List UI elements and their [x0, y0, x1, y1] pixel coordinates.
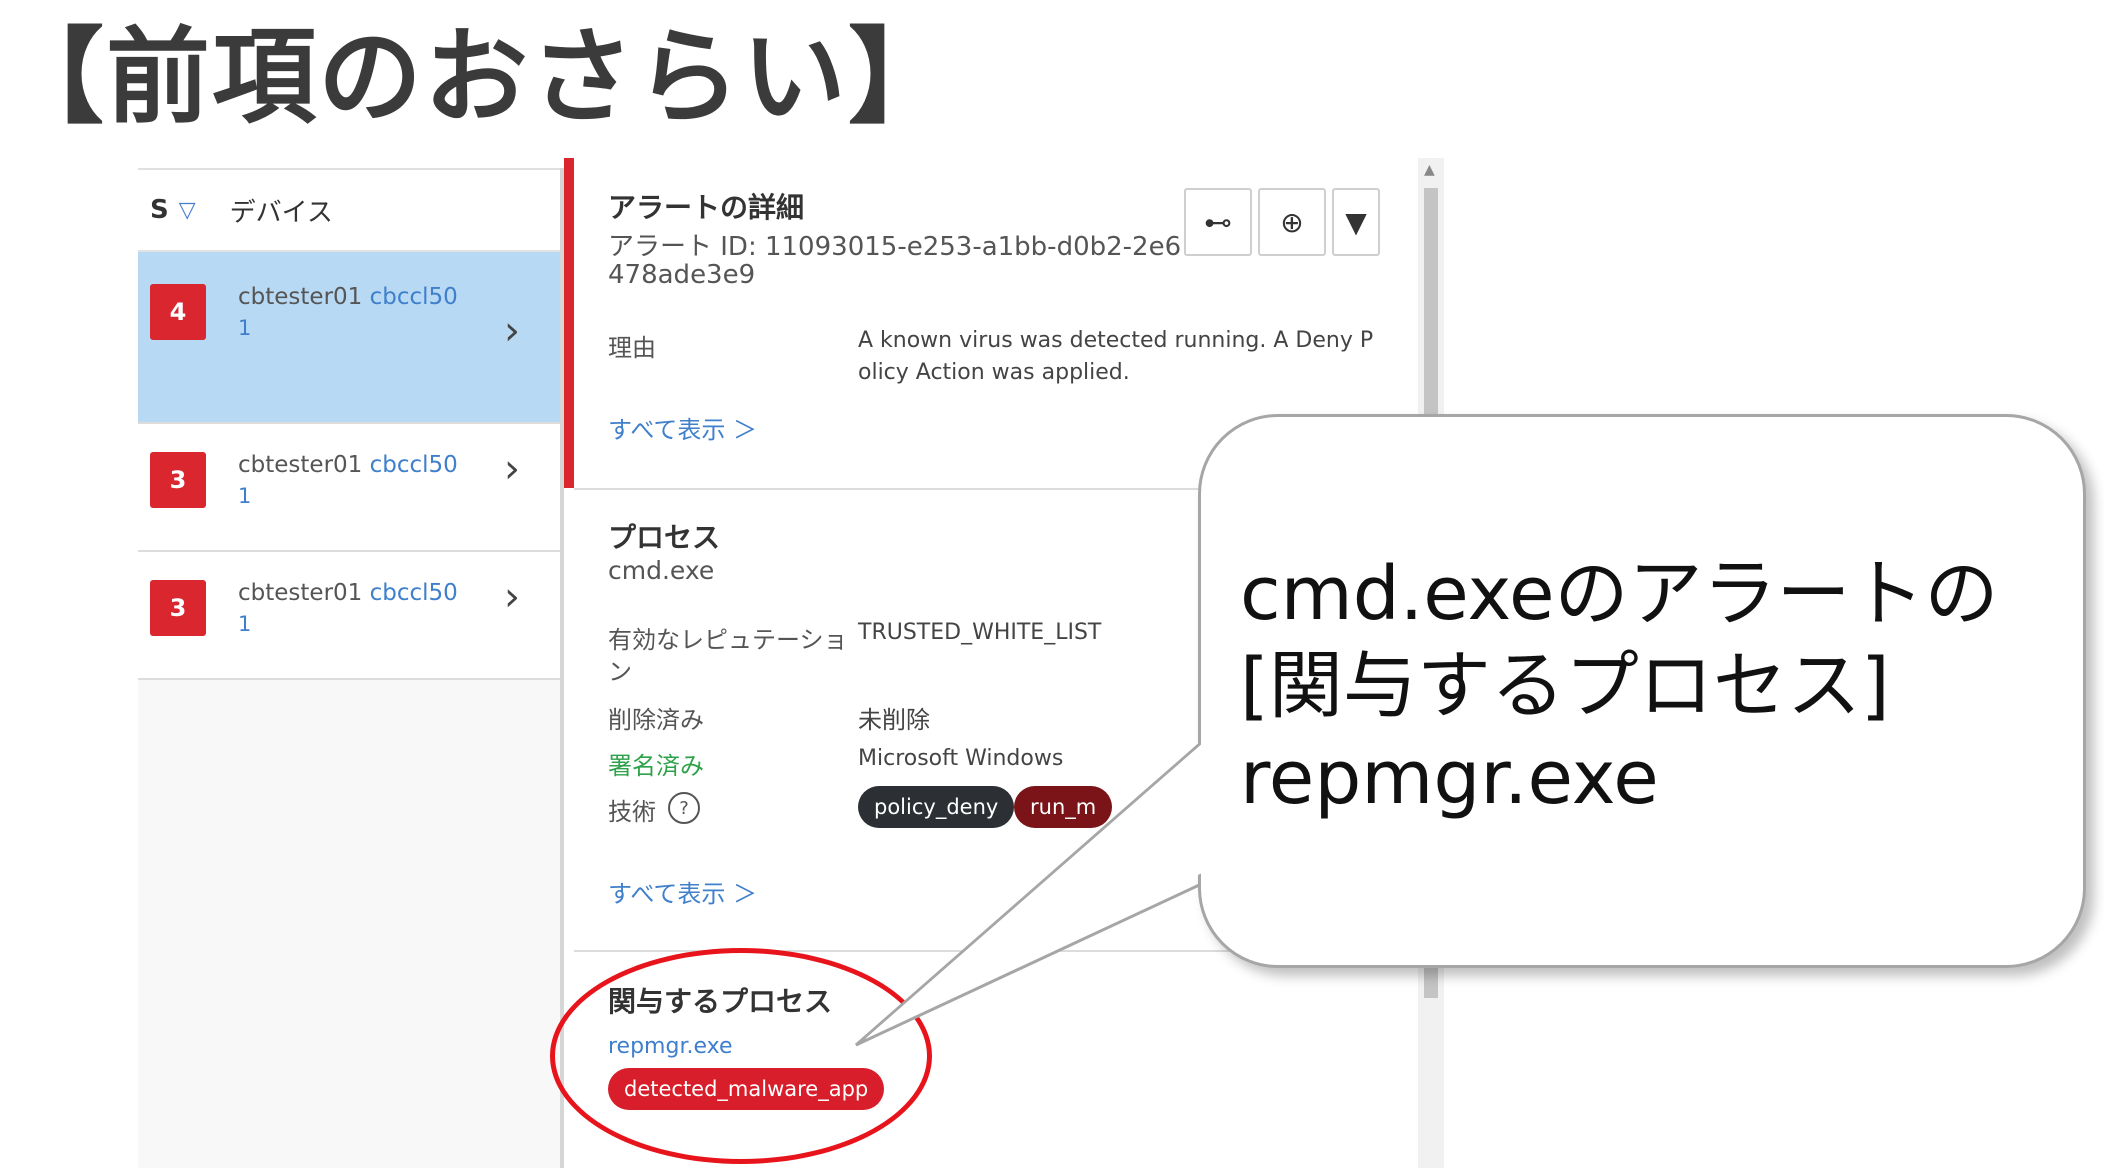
callout-line1: cmd.exeのアラートの — [1240, 551, 1999, 637]
callout-line2: [関与するプロセス] — [1240, 643, 1890, 729]
callout-text: cmd.exeのアラートの [関与するプロセス] repmgr.exe — [1240, 548, 1999, 824]
callout-line3: repmgr.exe — [1240, 735, 1659, 821]
